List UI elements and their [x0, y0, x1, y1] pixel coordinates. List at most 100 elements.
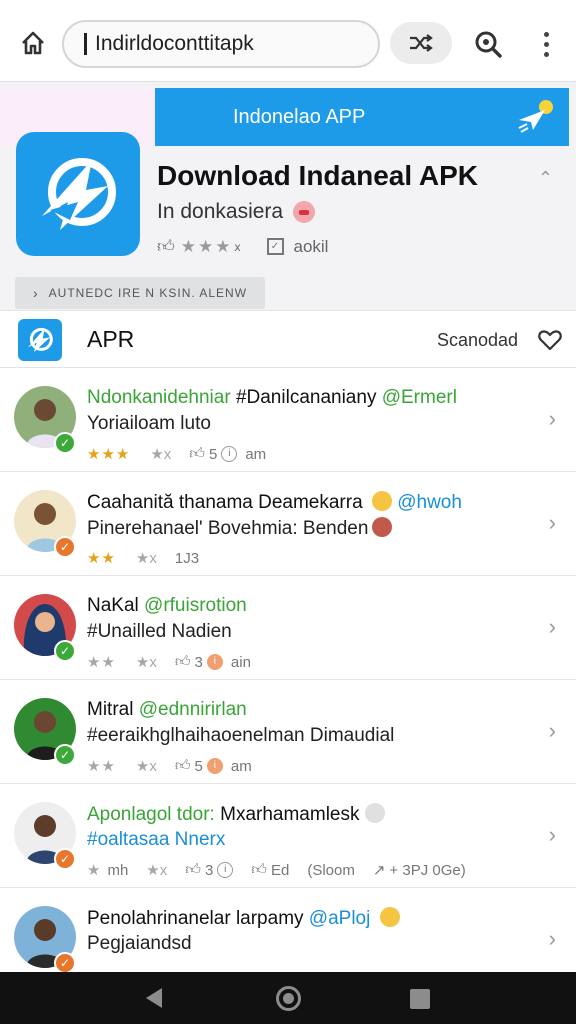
recents-icon[interactable]	[410, 989, 430, 1009]
section-label: APR	[87, 326, 135, 352]
item-title: Caahanită thanama Deamekarra @hwoh	[87, 491, 462, 513]
item-meta: ★ mh ★x 👍︎ 3 i 👍︎ Ed (Sloom ↗ + 3PJ 0Ge)	[87, 861, 466, 879]
chevron-right-icon[interactable]: ›	[549, 718, 556, 744]
rating-x: x	[234, 239, 241, 254]
item-time: am	[245, 445, 267, 463]
emoji-icon	[379, 907, 400, 927]
chevron-right-icon: ›	[33, 285, 39, 301]
extra-stat-1: Ed	[270, 861, 290, 879]
like-count: 3	[194, 653, 203, 671]
chevron-right-icon[interactable]: ›	[549, 614, 556, 640]
verified-check-icon: ✓	[54, 640, 76, 662]
item-title: Aponlagol tdor: Mxarhamamlesk	[87, 803, 385, 826]
rating-stars-secondary: ★x	[135, 758, 157, 775]
verified-check-icon: ✓	[54, 536, 76, 558]
item-subtitle: #eeraikhglhaihaoenelman Dimaudial	[87, 725, 395, 746]
thumbs-up-icon: 👍︎	[174, 653, 191, 670]
item-meta: ★★ ★x 1J3	[87, 549, 199, 568]
chevron-right-icon[interactable]: ›	[549, 926, 556, 952]
item-meta: ★★ ★x 👍︎ 5 i am	[87, 757, 252, 775]
list-item[interactable]: ✓ Caahanită thanama Deamekarra @hwoh Pin…	[0, 472, 576, 576]
clock-icon: i	[221, 446, 238, 462]
emoji-icon	[364, 803, 385, 823]
overflow-menu-icon[interactable]	[532, 26, 560, 62]
banner-title: Indonelao APP	[233, 105, 366, 128]
list-item[interactable]: ✓ Aponlagol tdor: Mxarhamamlesk #oaltasa…	[0, 784, 576, 888]
list-item[interactable]: ✓ Ndonkanidehniar #Danilcananiany @Ermer…	[0, 368, 576, 472]
chevron-right-icon[interactable]: ›	[549, 510, 556, 536]
home-icon[interactable]	[16, 26, 50, 60]
app-logo-icon	[16, 132, 140, 256]
emoji-icon	[371, 491, 392, 511]
like-count: 5	[208, 445, 218, 463]
app-title: Download Indaneal APK	[157, 160, 478, 191]
verified-check-icon: ✓	[54, 848, 76, 870]
clock-icon: i	[206, 758, 223, 774]
review-list: ✓ Ndonkanidehniar #Danilcananiany @Ermer…	[0, 368, 576, 992]
thumbs-up-icon: 👍︎	[185, 861, 201, 878]
list-item[interactable]: ✓ Mitral @ednnirirlan #eeraikhglhaihaoen…	[0, 680, 576, 784]
rating-stars: ★	[87, 862, 102, 879]
thumbs-up-icon: 👍︎	[157, 237, 175, 256]
chevron-right-icon[interactable]: ›	[549, 822, 556, 848]
item-title: Ndonkanidehniar #Danilcananiany @Ermerl	[87, 387, 457, 408]
thumbs-up-icon: 👍︎	[251, 861, 267, 878]
rating-stars-secondary: ★x	[135, 654, 157, 671]
home-button-icon[interactable]	[276, 986, 301, 1011]
item-time: ain	[230, 653, 251, 671]
clock-icon: i	[217, 862, 234, 878]
rating-stars: ★★	[87, 758, 116, 775]
rating-stars-secondary: ★x	[135, 550, 157, 567]
item-meta: ★★★ ★x 👍︎ 5 i am	[87, 445, 266, 463]
clock-icon: i	[206, 654, 223, 670]
rating-stars-secondary: ★x	[150, 446, 172, 463]
item-time: am	[230, 757, 252, 775]
item-title: Penolahrinanelar larpamy @aPloj	[87, 907, 400, 930]
item-subtitle: #Unailled Nadien	[87, 621, 232, 642]
app-hero: Indonelao APP Download Indaneal APK ⌃ In…	[0, 82, 576, 310]
address-bar[interactable]: Indirldoconttitapk	[62, 20, 380, 68]
app-banner[interactable]: Indonelao APP	[155, 88, 569, 146]
rating-stars: ★★	[87, 654, 116, 671]
shuffle-icon[interactable]	[390, 22, 452, 64]
chevron-right-icon[interactable]: ›	[549, 406, 556, 432]
system-navigation-bar	[0, 972, 576, 1024]
like-count: 5	[194, 757, 203, 775]
status-badge-icon	[293, 201, 316, 223]
list-header: APR Scanodad	[0, 310, 576, 368]
verified-check-icon: ✓	[54, 952, 76, 974]
verified-check-icon: ✓	[54, 432, 76, 454]
item-title: NaKal @rfuisrotion	[87, 595, 247, 616]
item-subtitle: #oaltasaa Nnerx	[87, 829, 226, 850]
verified-check-icon: ✓	[54, 744, 76, 766]
heart-icon[interactable]	[538, 329, 562, 351]
rating-stars-secondary: ★x	[146, 862, 168, 879]
rating-stars: ★★★	[87, 446, 131, 463]
list-item[interactable]: ✓ NaKal @rfuisrotion #Unailled Nadien ★★…	[0, 576, 576, 680]
search-icon[interactable]	[470, 26, 506, 62]
thumbs-up-icon: 👍︎	[189, 445, 205, 462]
app-subtitle: In donkasiera	[157, 200, 316, 224]
like-count: 3	[204, 861, 214, 879]
chip-label: AUTNEDC IRE N KSIN. ALENW	[48, 286, 248, 300]
collapse-icon[interactable]: ⌃	[538, 168, 553, 189]
browser-toolbar: Indirldoconttitapk	[0, 0, 576, 82]
share-icon: ↗	[372, 862, 386, 879]
rating-stars: ★★★	[180, 236, 233, 256]
category-chip[interactable]: › AUTNEDC IRE N KSIN. ALENW	[15, 277, 265, 309]
checkbox-icon: ✓	[266, 238, 284, 255]
rating-stars: ★★	[87, 550, 116, 567]
sort-dropdown[interactable]: Scanodad	[437, 330, 518, 351]
emoji-icon	[372, 517, 393, 537]
meta-text: aokil	[293, 236, 329, 256]
app-developer: In donkasiera	[157, 200, 284, 223]
item-meta: ★★ ★x 👍︎ 3 i ain	[87, 653, 251, 671]
url-text: Indirldoconttitapk	[95, 32, 254, 55]
thumbs-up-icon: 👍︎	[174, 757, 191, 774]
paper-plane-icon	[518, 100, 553, 133]
item-subtitle: Pegjaiandsd	[87, 933, 192, 954]
item-subtitle: Yoriailoam luto	[87, 413, 211, 434]
rating-text: mh	[107, 861, 129, 879]
back-icon[interactable]	[146, 988, 162, 1008]
item-subtitle: Pinerehanael' Bovehmia: Benden	[87, 517, 393, 540]
